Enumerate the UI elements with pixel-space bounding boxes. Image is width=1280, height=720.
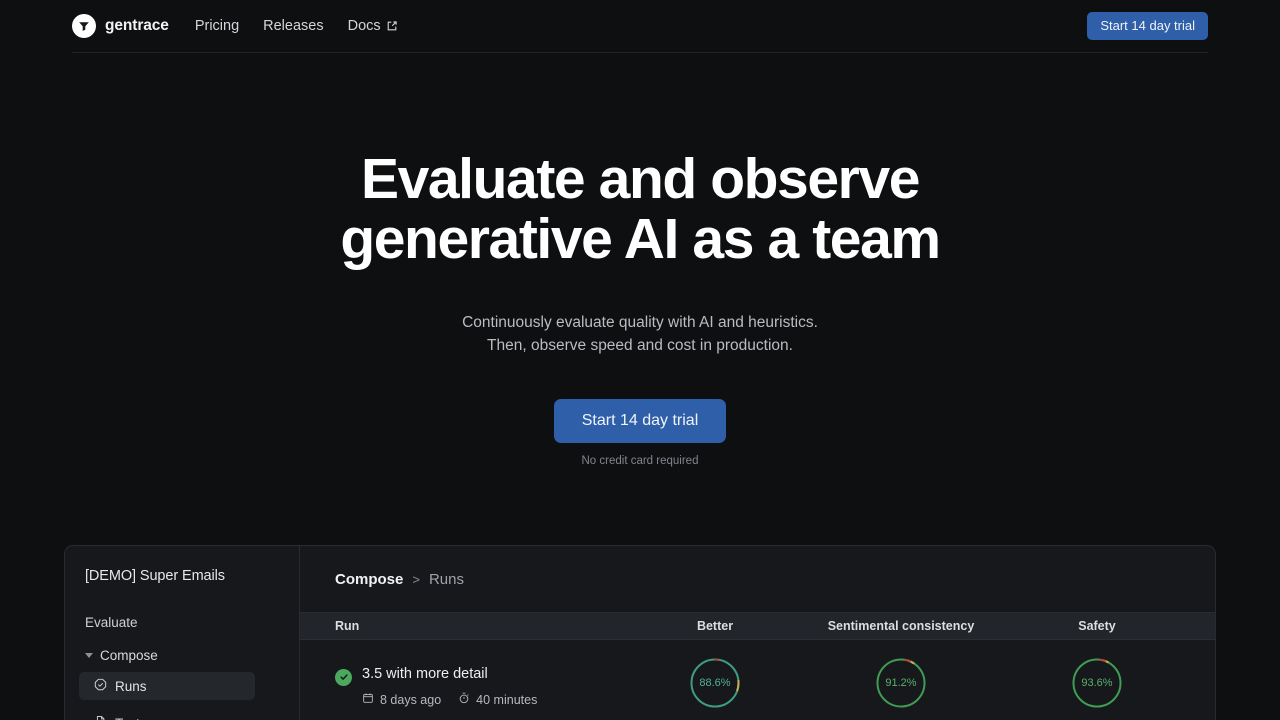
workspace-title[interactable]: [DEMO] Super Emails [85,568,281,584]
hero-title-line-1: Evaluate and observe [360,147,920,211]
brand-logo[interactable]: gentrace [72,14,169,38]
run-meta: 8 days ago 40 minutes [362,692,537,707]
octagon-check-icon [94,678,107,694]
calendar-icon [362,692,374,707]
gentrace-funnel-logo-icon [72,14,96,38]
hero-cta-wrapper: Start 14 day trial No credit card requir… [0,398,1280,467]
app-main-panel: Compose > Runs Run Better Sentimental co… [300,546,1215,720]
nav-link-pricing-label: Pricing [194,18,240,34]
timer-icon [458,692,470,707]
breadcrumb: Compose > Runs [300,546,1215,613]
run-name: 3.5 with more detail [362,665,488,682]
sidebar-item-test-cases-label: Test cases [115,716,179,720]
nav-links: Pricing Releases Docs [195,18,398,34]
table-row[interactable]: 3.5 with more detail 8 days ago 40 minut… [300,640,1215,720]
hero-subtitle: Continuously evaluate quality with AI an… [0,311,1280,358]
breadcrumb-separator: > [412,571,420,587]
hero-cta-note: No credit card required [581,454,699,467]
nav-link-releases[interactable]: Releases [263,18,323,34]
hero-subtitle-line-2: Then, observe speed and cost in producti… [487,337,793,355]
nav-link-releases-label: Releases [263,18,324,34]
column-header-sentimental-consistency: Sentimental consistency [827,619,975,633]
sidebar-item-test-cases[interactable]: Test cases [79,709,281,720]
sidebar-item-runs[interactable]: Runs [79,672,255,700]
table-header-row: Run Better Sentimental consistency Safet… [300,613,1215,640]
top-navigation-bar: gentrace Pricing Releases Docs Start 14 … [72,0,1208,53]
breadcrumb-current: Runs [428,570,464,588]
metric-better-cell: 88.6% [635,656,795,715]
check-circle-icon [335,668,352,686]
app-sidebar: [DEMO] Super Emails Evaluate Compose Run… [65,546,300,720]
run-duration-label: 40 minutes [476,692,538,707]
metric-sentimental-consistency-value: 91.2% [885,676,917,689]
metric-safety-cell: 93.6% [1007,656,1187,715]
hero-subtitle-line-1: Continuously evaluate quality with AI an… [462,313,818,331]
run-date-label: 8 days ago [380,692,442,707]
metric-better-value: 88.6% [699,676,731,689]
column-header-better: Better [696,619,734,633]
breadcrumb-root[interactable]: Compose [335,571,403,588]
run-cell: 3.5 with more detail 8 days ago 40 minut… [300,663,635,708]
sidebar-section-evaluate: Evaluate [85,615,138,630]
sidebar-item-runs-label: Runs [115,678,147,694]
nav-link-pricing[interactable]: Pricing [195,18,239,34]
run-date: 8 days ago [362,692,441,707]
nav-link-docs-label: Docs [347,18,381,34]
chevron-down-icon[interactable] [85,653,93,658]
sidebar-group-compose[interactable]: Compose [85,648,281,663]
hero-title-line-2: generative AI as a team [340,206,941,271]
hero-section: Evaluate and observe generative AI as a … [0,147,1280,467]
sidebar-group-compose-label: Compose [100,648,158,663]
metric-donut-better: 88.6% [688,656,742,710]
metric-sentimental-consistency-cell: 91.2% [795,656,1007,715]
column-header-run: Run [335,619,360,633]
metric-donut-sentimental-consistency: 91.2% [874,656,928,710]
column-header-safety: Safety [1078,619,1116,633]
app-preview-card: [DEMO] Super Emails Evaluate Compose Run… [64,545,1216,720]
nav-start-trial-button[interactable]: Start 14 day trial [1087,12,1208,40]
nav-link-docs[interactable]: Docs [348,18,398,34]
external-link-icon [386,20,398,32]
file-icon [94,715,107,720]
metric-safety-value: 93.6% [1081,676,1113,689]
hero-start-trial-button[interactable]: Start 14 day trial [553,398,727,443]
brand-name: gentrace [105,17,169,34]
metric-donut-safety: 93.6% [1070,656,1124,710]
page-title: Evaluate and observe generative AI as a … [0,147,1280,271]
run-duration: 40 minutes [458,692,537,707]
